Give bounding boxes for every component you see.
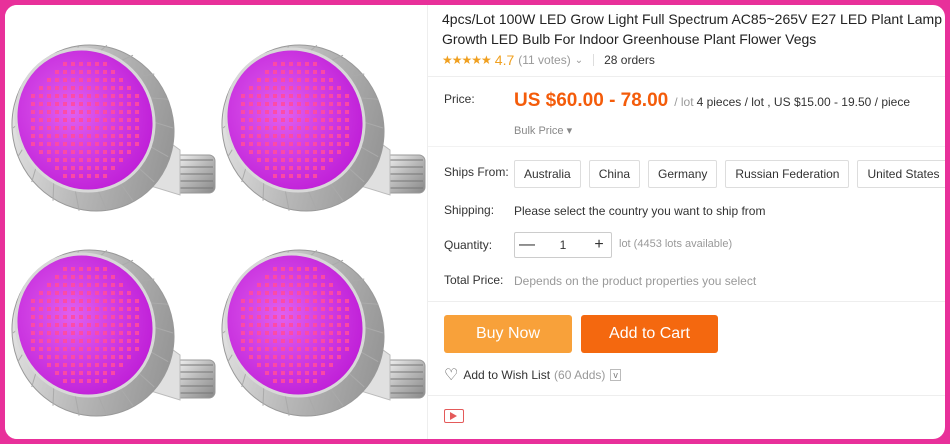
rating-votes[interactable]: (11 votes) — [518, 53, 570, 67]
ships-from-options: Australia China Germany Russian Federati… — [514, 160, 945, 188]
shipping-label: Shipping: — [444, 203, 495, 217]
divider — [593, 54, 595, 66]
lamp-bulb-image — [11, 44, 216, 212]
quantity-stepper: — 1 + — [514, 232, 612, 258]
quantity-label: Quantity: — [444, 238, 493, 252]
price-row: US $60.00 - 78.00 / lot 4 pieces / lot ,… — [514, 90, 910, 112]
ships-from-germany[interactable]: Germany — [648, 160, 718, 188]
add-to-cart-button[interactable]: Add to Cart — [581, 315, 718, 353]
product-title-line-2: Growth LED Bulb For Indoor Greenhouse Pl… — [442, 31, 817, 47]
ships-from-united-states[interactable]: United States — [857, 160, 945, 188]
increase-button[interactable]: + — [587, 236, 611, 254]
product-image[interactable] — [5, 5, 427, 439]
ships-from-label: Ships From: — [444, 165, 509, 179]
divider — [428, 301, 945, 302]
price-range: US $60.00 - 78.00 — [514, 90, 669, 111]
chevron-down-icon[interactable]: v — [610, 369, 621, 381]
heart-icon[interactable]: ♡ — [444, 365, 458, 385]
total-price-label: Total Price: — [444, 273, 504, 287]
divider — [428, 76, 945, 77]
star-icon: ★★★★★ — [442, 53, 492, 67]
product-info-panel: 4pcs/Lot 100W LED Grow Light Full Spectr… — [427, 5, 945, 439]
decrease-button[interactable]: — — [515, 236, 539, 254]
chevron-down-icon[interactable]: ⌄ — [575, 55, 583, 66]
lots-available: lot (4453 lots available) — [619, 238, 733, 250]
bulk-price-dropdown[interactable]: Bulk Price ▾ — [514, 124, 572, 137]
wishlist-label[interactable]: Add to Wish List — [463, 368, 550, 382]
ships-from-australia[interactable]: Australia — [514, 160, 581, 188]
price-label: Price: — [444, 92, 475, 106]
lamp-bulb-image — [221, 44, 426, 212]
divider — [428, 395, 945, 396]
lamp-bulb-image — [11, 249, 216, 417]
lamp-bulb-image — [221, 249, 426, 417]
wishlist-count: (60 Adds) — [554, 368, 606, 382]
buy-now-button[interactable]: Buy Now — [444, 315, 572, 353]
shipping-text: Please select the country you want to sh… — [514, 204, 766, 218]
product-page-frame: 4pcs/Lot 100W LED Grow Light Full Spectr… — [5, 5, 945, 439]
product-title-line-1: 4pcs/Lot 100W LED Grow Light Full Spectr… — [442, 11, 942, 27]
quantity-input[interactable]: 1 — [539, 238, 587, 252]
orders-count: 28 orders — [604, 53, 655, 67]
rating-row: ★★★★★ 4.7 (11 votes) ⌄ 28 orders — [442, 52, 655, 68]
product-title: 4pcs/Lot 100W LED Grow Light Full Spectr… — [442, 9, 945, 49]
price-unit: / lot — [674, 95, 694, 109]
bulk-info: 4 pieces / lot , US $15.00 - 19.50 / pie… — [696, 95, 911, 109]
add-to-wishlist[interactable]: ♡ Add to Wish List (60 Adds) v — [444, 365, 621, 385]
video-icon[interactable] — [444, 409, 464, 423]
rating-score[interactable]: 4.7 — [495, 52, 514, 68]
ships-from-china[interactable]: China — [588, 160, 641, 188]
product-image-gallery[interactable] — [5, 5, 427, 439]
divider — [428, 146, 945, 147]
total-price-text: Depends on the product properties you se… — [514, 274, 757, 288]
ships-from-russian-federation[interactable]: Russian Federation — [725, 160, 850, 188]
